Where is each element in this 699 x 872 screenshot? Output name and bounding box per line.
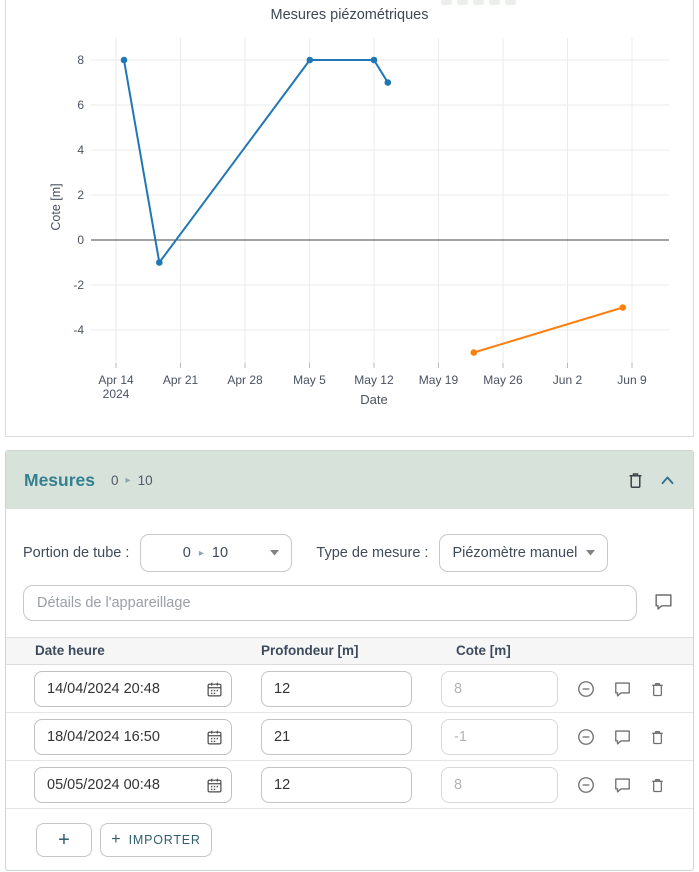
svg-text:Apr 21: Apr 21 <box>163 373 199 387</box>
panel-header[interactable]: Mesures 0 ▸ 10 <box>6 451 693 509</box>
chevron-up-icon <box>660 474 675 486</box>
portion-select[interactable]: 0 ▸ 10 <box>140 534 292 572</box>
trash-icon <box>649 728 666 747</box>
range-to: 10 <box>138 473 153 488</box>
svg-text:May 5: May 5 <box>293 373 326 387</box>
datetime-input[interactable] <box>35 729 187 745</box>
datetime-field <box>34 671 232 707</box>
type-mesure-label: Type de mesure : <box>316 545 428 561</box>
delete-panel-button[interactable] <box>626 470 645 491</box>
delete-row-button[interactable] <box>649 728 666 747</box>
cote-input <box>441 767 558 803</box>
svg-text:May 26: May 26 <box>483 373 523 387</box>
calendar-icon <box>206 681 223 698</box>
mesures-panel: Mesures 0 ▸ 10 Portion de tube : <box>5 450 694 871</box>
datetime-field <box>34 719 232 755</box>
row-comment-button[interactable] <box>613 728 632 746</box>
svg-text:-2: -2 <box>73 278 84 292</box>
delete-row-button[interactable] <box>649 680 666 699</box>
comment-icon <box>613 728 632 746</box>
import-button[interactable]: + IMPORTER <box>100 823 212 857</box>
comment-icon <box>613 776 632 794</box>
svg-text:Apr 28: Apr 28 <box>227 373 263 387</box>
plus-icon: + <box>111 831 120 849</box>
cote-input <box>441 671 558 707</box>
type-mesure-value: Piézomètre manuel <box>452 545 577 561</box>
import-label: IMPORTER <box>129 833 201 847</box>
x-axis-title: Date <box>346 392 402 407</box>
chevron-down-icon <box>586 550 595 556</box>
svg-text:Apr 14: Apr 14 <box>98 373 134 387</box>
portion-label: Portion de tube : <box>23 545 129 561</box>
panel-title: Mesures <box>24 470 95 491</box>
remove-row-button[interactable] <box>576 679 596 699</box>
calendar-button[interactable] <box>206 681 223 698</box>
svg-text:4: 4 <box>77 143 84 157</box>
trash-icon <box>649 776 666 795</box>
arrow-right-icon: ▸ <box>126 475 131 486</box>
chart-card: Mesures piézométriques Apr 142024Apr 21A… <box>5 0 694 437</box>
comment-icon <box>613 680 632 698</box>
remove-row-button[interactable] <box>576 727 596 747</box>
portion-from: 0 <box>183 545 191 561</box>
col-profondeur: Profondeur [m] <box>261 643 359 658</box>
calendar-button[interactable] <box>206 777 223 794</box>
calendar-button[interactable] <box>206 729 223 746</box>
chart-svg[interactable]: Apr 142024 Apr 21 Apr 28 May 5 May 12 May 19 M… <box>6 0 693 412</box>
delete-row-button[interactable] <box>649 776 666 795</box>
trash-icon <box>626 470 645 491</box>
table-header: Date heure Profondeur [m] Cote [m] <box>6 637 693 665</box>
svg-text:Jun 2: Jun 2 <box>553 373 583 387</box>
chevron-down-icon <box>270 550 279 556</box>
svg-text:8: 8 <box>77 53 84 67</box>
svg-text:2024: 2024 <box>103 387 130 401</box>
svg-text:-4: -4 <box>73 323 84 337</box>
cote-input <box>441 719 558 755</box>
svg-text:0: 0 <box>77 233 84 247</box>
arrow-right-icon: ▸ <box>199 548 204 559</box>
table-row <box>6 713 693 761</box>
plus-icon: + <box>58 829 70 852</box>
svg-text:Jun 9: Jun 9 <box>617 373 647 387</box>
minus-circle-icon <box>576 727 596 747</box>
svg-text:6: 6 <box>77 98 84 112</box>
minus-circle-icon <box>576 775 596 795</box>
remove-row-button[interactable] <box>576 775 596 795</box>
svg-text:2: 2 <box>77 188 84 202</box>
y-axis-title: Cote [m] <box>49 183 63 230</box>
add-row-button[interactable]: + <box>36 823 92 857</box>
row-comment-button[interactable] <box>613 776 632 794</box>
svg-text:May 12: May 12 <box>354 373 394 387</box>
comment-icon <box>653 592 674 611</box>
datetime-input[interactable] <box>35 777 187 793</box>
col-cote: Cote [m] <box>456 643 511 658</box>
calendar-icon <box>206 729 223 746</box>
portion-to: 10 <box>212 545 228 561</box>
svg-text:May 19: May 19 <box>419 373 459 387</box>
collapse-panel-button[interactable] <box>660 474 675 486</box>
details-comment-button[interactable] <box>653 592 674 611</box>
panel-range: 0 ▸ 10 <box>111 473 153 488</box>
row-comment-button[interactable] <box>613 680 632 698</box>
col-date-heure: Date heure <box>35 643 105 658</box>
profondeur-input[interactable] <box>261 767 412 803</box>
trash-icon <box>649 680 666 699</box>
profondeur-input[interactable] <box>261 719 412 755</box>
calendar-icon <box>206 777 223 794</box>
range-from: 0 <box>111 473 119 488</box>
table-row <box>6 761 693 809</box>
type-mesure-select[interactable]: Piézomètre manuel <box>439 534 608 572</box>
table-row <box>6 665 693 713</box>
profondeur-input[interactable] <box>261 671 412 707</box>
details-appareillage-input[interactable] <box>23 585 637 621</box>
datetime-input[interactable] <box>35 681 187 697</box>
datetime-field <box>34 767 232 803</box>
minus-circle-icon <box>576 679 596 699</box>
